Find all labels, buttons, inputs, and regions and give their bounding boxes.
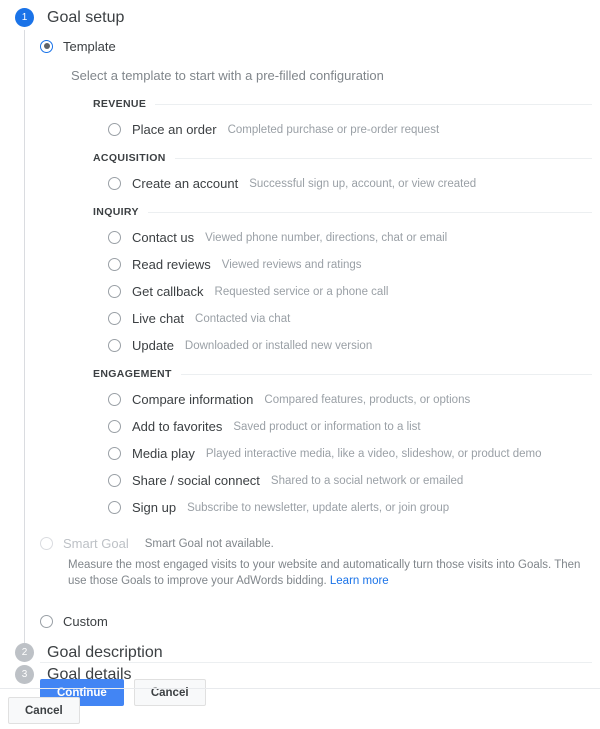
template-item-update[interactable]: Update Downloaded or installed new versi… [108, 338, 592, 353]
template-item-radio[interactable] [108, 312, 121, 325]
template-item-name: Get callback [132, 284, 204, 299]
group-heading-rule [155, 103, 592, 105]
stepper-connector-line [24, 30, 25, 645]
template-item-radio[interactable] [108, 285, 121, 298]
template-item-sign-up[interactable]: Sign up Subscribe to newsletter, update … [108, 500, 592, 515]
group-header: ACQUISITION [93, 152, 592, 164]
smart-goal-radio [40, 537, 53, 550]
smart-goal-section: Smart Goal Smart Goal not available. Mea… [40, 536, 592, 589]
smart-goal-option-row: Smart Goal Smart Goal not available. [40, 536, 592, 551]
page-footer: Cancel [8, 697, 80, 724]
template-item-name: Live chat [132, 311, 185, 326]
step-2-badge: 2 [15, 643, 34, 662]
template-item-name: Update [132, 338, 174, 353]
template-item-radio[interactable] [108, 501, 121, 514]
step-3-title: Goal details [47, 666, 132, 683]
template-item-description: Subscribe to newsletter, update alerts, … [187, 501, 450, 514]
template-item-description: Completed purchase or pre-order request [227, 123, 440, 136]
group-header: ENGAGEMENT [93, 368, 592, 380]
step-3-badge: 3 [15, 665, 34, 684]
template-item-radio[interactable] [108, 258, 121, 271]
template-item-description: Viewed reviews and ratings [221, 258, 362, 271]
template-item-radio[interactable] [108, 123, 121, 136]
template-group-inquiry: INQUIRY Contact us Viewed phone number, … [93, 206, 592, 353]
group-header: REVENUE [93, 98, 592, 110]
template-group-acquisition: ACQUISITION Create an account Successful… [93, 152, 592, 191]
template-item-name: Compare information [132, 392, 254, 407]
template-group-engagement: ENGAGEMENT Compare information Compared … [93, 368, 592, 515]
step-1-title: Goal setup [47, 9, 125, 26]
template-option-row[interactable]: Template [40, 36, 592, 56]
template-item-radio[interactable] [108, 339, 121, 352]
template-item-name: Contact us [132, 230, 195, 245]
template-item-share-social-connect[interactable]: Share / social connect Shared to a socia… [108, 473, 592, 488]
template-item-contact-us[interactable]: Contact us Viewed phone number, directio… [108, 230, 592, 245]
template-item-description: Contacted via chat [195, 312, 291, 325]
template-item-get-callback[interactable]: Get callback Requested service or a phon… [108, 284, 592, 299]
template-item-name: Create an account [132, 176, 239, 191]
template-item-radio[interactable] [108, 474, 121, 487]
step-1-badge: 1 [15, 8, 34, 27]
group-heading-label: REVENUE [93, 98, 147, 110]
step-2-title: Goal description [47, 644, 163, 661]
smart-goal-description: Measure the most engaged visits to your … [68, 559, 581, 587]
custom-option-label: Custom [63, 614, 108, 629]
smart-goal-status: Smart Goal not available. [144, 537, 274, 550]
group-heading-rule [180, 373, 592, 375]
page-divider [0, 688, 600, 689]
template-item-live-chat[interactable]: Live chat Contacted via chat [108, 311, 592, 326]
template-item-name: Place an order [132, 122, 217, 137]
smart-goal-label: Smart Goal [63, 536, 129, 551]
cancel-button[interactable]: Cancel [133, 679, 206, 706]
template-item-name: Read reviews [132, 257, 211, 272]
smart-goal-description-block: Measure the most engaged visits to your … [68, 557, 588, 589]
template-item-description: Requested service or a phone call [214, 285, 389, 298]
footer-cancel-button[interactable]: Cancel [8, 697, 80, 724]
template-item-place-an-order[interactable]: Place an order Completed purchase or pre… [108, 122, 592, 137]
group-heading-label: ACQUISITION [93, 152, 166, 164]
group-header: INQUIRY [93, 206, 592, 218]
custom-radio[interactable] [40, 615, 53, 628]
template-item-description: Viewed phone number, directions, chat or… [205, 231, 448, 244]
template-item-name: Add to favorites [132, 419, 223, 434]
smart-goal-learn-more-link[interactable]: Learn more [330, 575, 389, 587]
template-item-description: Successful sign up, account, or view cre… [249, 177, 477, 190]
template-item-compare-information[interactable]: Compare information Compared features, p… [108, 392, 592, 407]
group-heading-label: INQUIRY [93, 206, 139, 218]
template-item-description: Downloaded or installed new version [184, 339, 373, 352]
template-group-revenue: REVENUE Place an order Completed purchas… [93, 98, 592, 137]
template-item-media-play[interactable]: Media play Played interactive media, lik… [108, 446, 592, 461]
custom-option-row[interactable]: Custom [40, 614, 592, 629]
template-item-radio[interactable] [108, 177, 121, 190]
template-item-radio[interactable] [108, 447, 121, 460]
section-divider [40, 662, 592, 663]
step-3-header[interactable]: 3 Goal details [15, 665, 132, 684]
step-2-header[interactable]: 2 Goal description [15, 643, 163, 662]
template-helper-text: Select a template to start with a pre-fi… [71, 68, 384, 83]
step-1-header[interactable]: 1 Goal setup [15, 8, 124, 27]
template-item-description: Played interactive media, like a video, … [205, 447, 542, 460]
template-item-read-reviews[interactable]: Read reviews Viewed reviews and ratings [108, 257, 592, 272]
template-item-create-an-account[interactable]: Create an account Successful sign up, ac… [108, 176, 592, 191]
template-item-radio[interactable] [108, 420, 121, 433]
group-heading-rule [174, 157, 592, 159]
template-item-add-to-favorites[interactable]: Add to favorites Saved product or inform… [108, 419, 592, 434]
template-item-description: Compared features, products, or options [264, 393, 471, 406]
template-item-name: Media play [132, 446, 195, 461]
template-item-description: Shared to a social network or emailed [270, 474, 464, 487]
template-item-name: Share / social connect [132, 473, 260, 488]
template-item-radio[interactable] [108, 393, 121, 406]
template-item-radio[interactable] [108, 231, 121, 244]
group-heading-label: ENGAGEMENT [93, 368, 172, 380]
template-item-description: Saved product or information to a list [233, 420, 421, 433]
step-1-body: Template Select a template to start with… [40, 36, 592, 706]
group-heading-rule [147, 211, 592, 213]
template-radio[interactable] [40, 39, 53, 53]
template-option-label: Template [63, 38, 116, 54]
template-item-name: Sign up [132, 500, 177, 515]
